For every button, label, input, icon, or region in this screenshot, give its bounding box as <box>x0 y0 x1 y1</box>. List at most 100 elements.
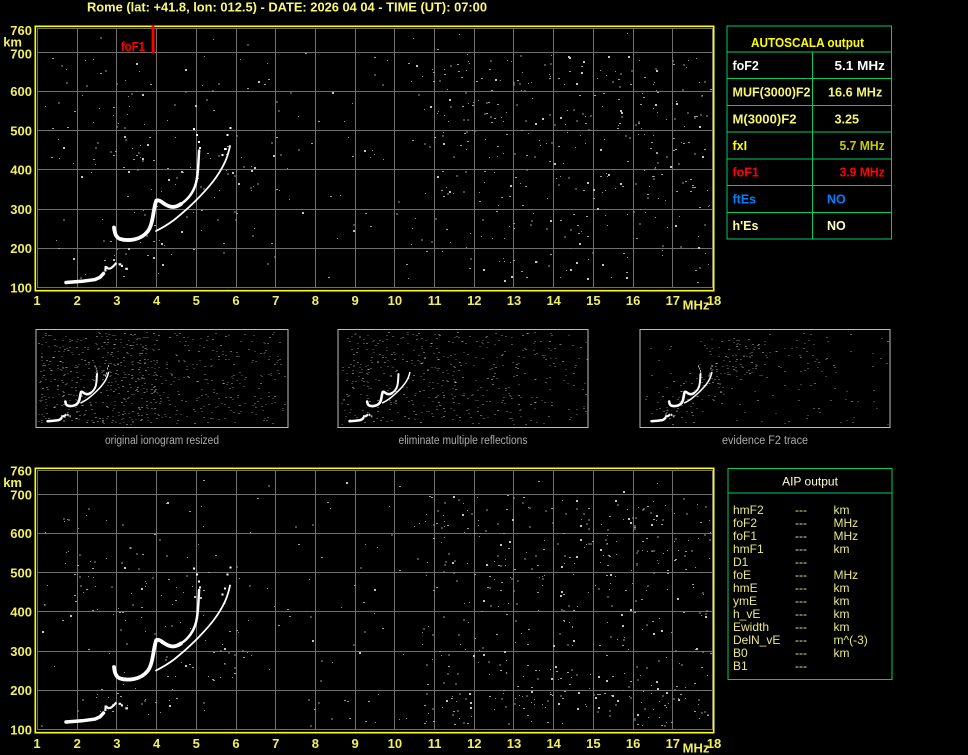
svg-text:600: 600 <box>10 84 32 99</box>
svg-text:foF1: foF1 <box>733 166 759 180</box>
svg-text:km: km <box>834 607 850 621</box>
svg-text:---: --- <box>795 581 807 595</box>
svg-text:MUF(3000)F2: MUF(3000)F2 <box>733 86 811 100</box>
svg-text:5.7 MHz: 5.7 MHz <box>840 139 885 153</box>
svg-text:100: 100 <box>10 722 32 737</box>
svg-text:ftEs: ftEs <box>733 192 757 206</box>
svg-text:6: 6 <box>232 293 239 308</box>
svg-text:---: --- <box>795 516 807 530</box>
svg-text:2: 2 <box>74 293 81 308</box>
svg-text:hmF1: hmF1 <box>733 542 764 556</box>
svg-text:---: --- <box>795 633 807 647</box>
svg-text:km: km <box>834 620 850 634</box>
svg-text:17: 17 <box>666 293 680 308</box>
svg-text:16: 16 <box>626 736 640 751</box>
svg-text:10: 10 <box>388 736 402 751</box>
svg-text:foF2: foF2 <box>733 59 759 73</box>
svg-text:8: 8 <box>312 293 319 308</box>
svg-text:13: 13 <box>507 293 521 308</box>
svg-text:km: km <box>834 542 850 556</box>
svg-text:---: --- <box>795 607 807 621</box>
svg-text:MHz: MHz <box>834 516 859 530</box>
svg-text:km: km <box>834 646 850 660</box>
svg-text:B0: B0 <box>733 646 748 660</box>
svg-text:foF1: foF1 <box>121 39 145 54</box>
svg-text:h_vE: h_vE <box>733 607 760 621</box>
svg-text:hmF2: hmF2 <box>733 503 764 517</box>
svg-text:Rome (lat: +41.8, lon: 012.5): Rome (lat: +41.8, lon: 012.5) - DATE: 20… <box>87 0 487 15</box>
svg-text:---: --- <box>795 646 807 660</box>
svg-text:DelN_vE: DelN_vE <box>733 633 780 647</box>
svg-text:MHz: MHz <box>683 298 710 313</box>
svg-text:2: 2 <box>74 736 81 751</box>
svg-text:---: --- <box>795 529 807 543</box>
svg-text:200: 200 <box>10 241 32 256</box>
svg-text:16.6 MHz: 16.6 MHz <box>828 86 882 100</box>
svg-text:400: 400 <box>10 605 32 620</box>
svg-text:500: 500 <box>10 565 32 580</box>
svg-text:NO: NO <box>827 192 846 206</box>
svg-text:700: 700 <box>10 487 32 502</box>
svg-text:15: 15 <box>586 736 600 751</box>
svg-text:10: 10 <box>388 293 402 308</box>
svg-text:km: km <box>834 581 850 595</box>
svg-text:4: 4 <box>153 293 161 308</box>
svg-text:foF1: foF1 <box>733 529 757 543</box>
svg-text:---: --- <box>795 620 807 634</box>
svg-text:1: 1 <box>33 293 40 308</box>
svg-text:17: 17 <box>666 736 680 751</box>
svg-text:15: 15 <box>586 293 600 308</box>
svg-text:12: 12 <box>467 736 481 751</box>
svg-text:7: 7 <box>272 293 279 308</box>
svg-text:5.1 MHz: 5.1 MHz <box>835 59 885 73</box>
svg-text:11: 11 <box>428 293 442 308</box>
svg-text:8: 8 <box>312 736 319 751</box>
svg-text:km: km <box>834 503 850 517</box>
svg-text:200: 200 <box>10 683 32 698</box>
svg-text:foE: foE <box>733 568 751 582</box>
svg-text:km: km <box>834 594 850 608</box>
svg-text:400: 400 <box>10 163 32 178</box>
svg-text:3: 3 <box>113 736 120 751</box>
svg-text:evidence F2 trace: evidence F2 trace <box>722 435 808 447</box>
svg-text:B1: B1 <box>733 659 748 673</box>
svg-text:foF2: foF2 <box>733 516 757 530</box>
svg-text:4: 4 <box>153 736 161 751</box>
svg-text:Ewidth: Ewidth <box>733 620 769 634</box>
svg-text:MHz: MHz <box>683 741 710 755</box>
svg-text:3.9 MHz: 3.9 MHz <box>840 166 885 180</box>
svg-text:500: 500 <box>10 123 32 138</box>
svg-text:AUTOSCALA output: AUTOSCALA output <box>751 35 865 50</box>
svg-text:100: 100 <box>10 280 32 295</box>
svg-text:5: 5 <box>193 736 200 751</box>
svg-text:---: --- <box>795 503 807 517</box>
svg-text:700: 700 <box>10 47 32 62</box>
svg-text:600: 600 <box>10 526 32 541</box>
svg-text:14: 14 <box>546 293 561 308</box>
svg-text:hmE: hmE <box>733 581 758 595</box>
svg-text:9: 9 <box>351 293 358 308</box>
svg-text:---: --- <box>795 555 807 569</box>
svg-text:14: 14 <box>546 736 561 751</box>
svg-text:6: 6 <box>232 736 239 751</box>
svg-text:MHz: MHz <box>834 568 859 582</box>
svg-text:AIP output: AIP output <box>782 475 838 489</box>
svg-text:300: 300 <box>10 644 32 659</box>
svg-text:7: 7 <box>272 736 279 751</box>
svg-text:ymE: ymE <box>733 594 757 608</box>
svg-text:D1: D1 <box>733 555 749 569</box>
svg-text:3: 3 <box>113 293 120 308</box>
svg-text:m^(-3): m^(-3) <box>834 633 868 647</box>
svg-text:300: 300 <box>10 202 32 217</box>
svg-text:original ionogram resized: original ionogram resized <box>105 435 219 447</box>
svg-text:9: 9 <box>351 736 358 751</box>
svg-text:NO: NO <box>827 219 846 233</box>
svg-text:11: 11 <box>428 736 442 751</box>
svg-text:13: 13 <box>507 736 521 751</box>
svg-text:16: 16 <box>626 293 640 308</box>
svg-text:---: --- <box>795 594 807 608</box>
svg-text:5: 5 <box>193 293 200 308</box>
svg-text:eliminate multiple reflections: eliminate multiple reflections <box>399 435 528 447</box>
svg-text:---: --- <box>795 542 807 556</box>
svg-text:12: 12 <box>467 293 481 308</box>
